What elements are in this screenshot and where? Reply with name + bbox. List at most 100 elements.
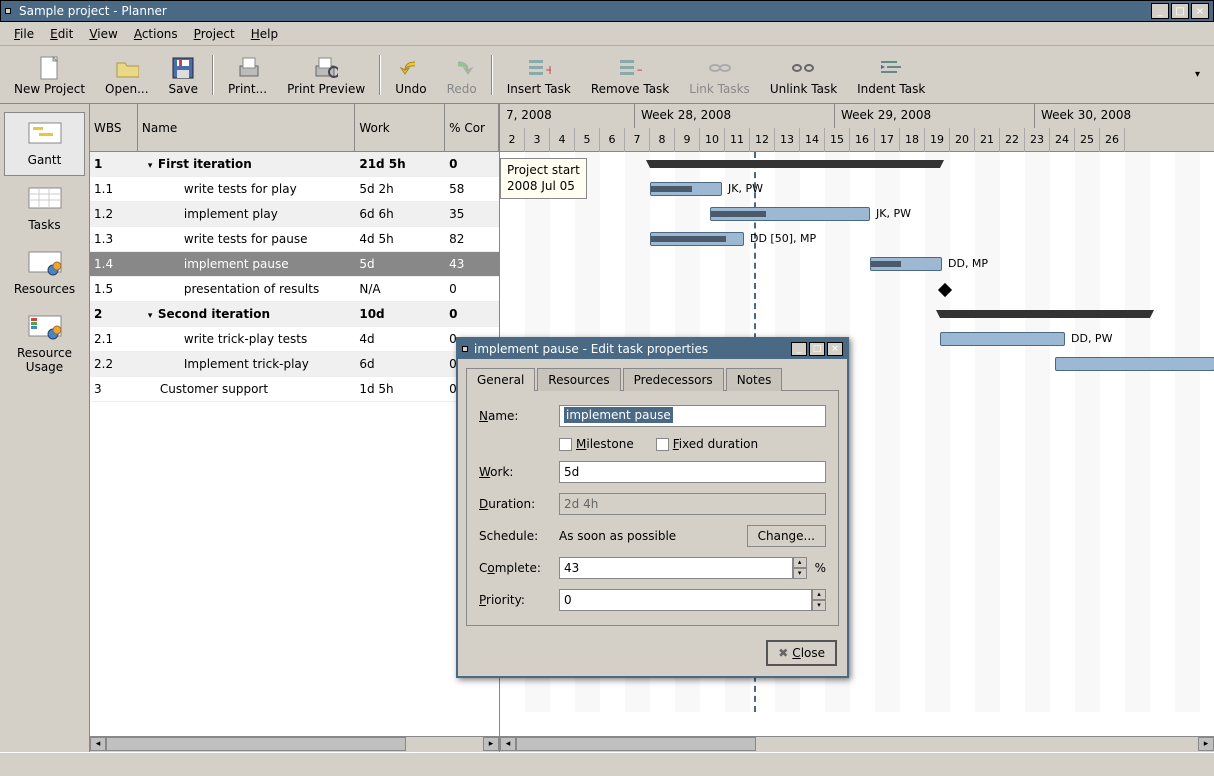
toolbar-insert-task[interactable]: +Insert Task xyxy=(497,52,581,98)
timeline-days: 2345678910111213141516171819202122232425… xyxy=(500,128,1214,152)
maximize-button[interactable]: □ xyxy=(1171,3,1189,19)
tab-predecessors[interactable]: Predecessors xyxy=(623,368,724,391)
toolbar-save[interactable]: Save xyxy=(159,52,208,98)
tab-resources[interactable]: Resources xyxy=(537,368,620,391)
change-schedule-button[interactable]: Change... xyxy=(747,525,826,547)
dialog-close-button[interactable]: × xyxy=(827,342,843,356)
close-label: Close xyxy=(792,646,825,660)
priority-spinner[interactable]: ▴▾ xyxy=(559,589,826,611)
sidebar-item-resources[interactable]: Resources xyxy=(4,242,85,304)
spin-up[interactable]: ▴ xyxy=(812,589,826,600)
toolbar-undo[interactable]: Undo xyxy=(385,52,436,98)
day-header: 15 xyxy=(825,128,850,152)
toolbar-new-label: New Project xyxy=(14,82,85,96)
toolbar-new-project[interactable]: New Project xyxy=(4,52,95,98)
task-row[interactable]: 1.1write tests for play5d 2h58 xyxy=(90,177,499,202)
toolbar-remove-label: Remove Task xyxy=(591,82,669,96)
col-name[interactable]: Name xyxy=(138,104,355,151)
task-row[interactable]: 1.5presentation of resultsN/A0 xyxy=(90,277,499,302)
menu-file[interactable]: File xyxy=(6,25,42,43)
dialog-minimize-button[interactable]: _ xyxy=(791,342,807,356)
cell-wbs: 1 xyxy=(90,157,138,171)
task-bar[interactable] xyxy=(870,257,942,271)
spin-down[interactable]: ▾ xyxy=(812,600,826,611)
menu-actions[interactable]: Actions xyxy=(126,25,186,43)
bar-label: DD [50], MP xyxy=(750,232,816,245)
resources-icon xyxy=(27,250,63,278)
sidebar-item-tasks[interactable]: Tasks xyxy=(4,178,85,240)
menu-edit[interactable]: Edit xyxy=(42,25,81,43)
close-window-button[interactable]: × xyxy=(1191,3,1209,19)
svg-text:−: − xyxy=(636,63,642,77)
task-row[interactable]: 2▾Second iteration10d0 xyxy=(90,302,499,327)
toolbar-open[interactable]: Open... xyxy=(95,52,159,98)
toolbar-indent-label: Indent Task xyxy=(857,82,925,96)
toolbar-print-preview[interactable]: Print Preview xyxy=(277,52,375,98)
remove-task-icon: − xyxy=(618,54,642,82)
bar-label: DD, PW xyxy=(1071,332,1112,345)
scroll-right-button[interactable]: ▸ xyxy=(1198,737,1214,751)
task-row[interactable]: 2.1write trick-play tests4d0 xyxy=(90,327,499,352)
day-header: 9 xyxy=(675,128,700,152)
task-row[interactable]: 1▾First iteration21d 5h0 xyxy=(90,152,499,177)
task-bar[interactable] xyxy=(650,232,744,246)
summary-bar[interactable] xyxy=(940,310,1150,318)
task-bar[interactable] xyxy=(650,182,722,196)
gantt-scrollbar[interactable]: ◂ ▸ xyxy=(500,736,1214,752)
menu-view[interactable]: View xyxy=(81,25,125,43)
toolbar-indent-task[interactable]: Indent Task xyxy=(847,52,935,98)
milestone-checkbox[interactable]: Milestone xyxy=(559,437,634,451)
scroll-thumb[interactable] xyxy=(106,737,406,751)
cell-complete: 0 xyxy=(445,282,499,296)
col-work[interactable]: Work xyxy=(355,104,445,151)
task-bar[interactable] xyxy=(940,332,1065,346)
sidebar-item-resource-usage[interactable]: Resource Usage xyxy=(4,306,85,382)
day-header: 26 xyxy=(1100,128,1125,152)
task-row[interactable]: 1.4implement pause5d43 xyxy=(90,252,499,277)
summary-bar[interactable] xyxy=(650,160,940,168)
minimize-button[interactable]: _ xyxy=(1151,3,1169,19)
menubar: File Edit View Actions Project Help xyxy=(0,22,1214,46)
toolbar-preview-label: Print Preview xyxy=(287,82,365,96)
scroll-thumb[interactable] xyxy=(516,737,756,751)
task-row[interactable]: 1.3write tests for pause4d 5h82 xyxy=(90,227,499,252)
close-button[interactable]: ✖Close xyxy=(766,640,837,666)
col-wbs[interactable]: WBS xyxy=(90,104,138,151)
col-complete[interactable]: % Cor xyxy=(445,104,499,151)
tab-notes[interactable]: Notes xyxy=(726,368,783,391)
day-header: 2 xyxy=(500,128,525,152)
work-input[interactable] xyxy=(559,461,826,483)
toolbar-unlink-task[interactable]: Unlink Task xyxy=(760,52,847,98)
menu-project[interactable]: Project xyxy=(186,25,243,43)
task-row[interactable]: 3Customer support1d 5h0 xyxy=(90,377,499,402)
tab-general[interactable]: General xyxy=(466,368,535,391)
task-bar[interactable] xyxy=(1055,357,1214,371)
scroll-right-button[interactable]: ▸ xyxy=(483,737,499,751)
fixed-duration-checkbox[interactable]: Fixed duration xyxy=(656,437,758,451)
cell-work: 4d xyxy=(355,332,445,346)
spin-down[interactable]: ▾ xyxy=(793,568,807,579)
dialog-maximize-button[interactable]: □ xyxy=(809,342,825,356)
complete-input[interactable] xyxy=(559,557,793,579)
task-scrollbar[interactable]: ◂ ▸ xyxy=(90,736,499,752)
complete-spinner[interactable]: ▴▾ xyxy=(559,557,807,579)
task-row[interactable]: 2.2Implement trick-play6d0 xyxy=(90,352,499,377)
task-row[interactable]: 1.2implement play6d 6h35 xyxy=(90,202,499,227)
menu-help[interactable]: Help xyxy=(243,25,286,43)
dialog-titlebar[interactable]: implement pause - Edit task properties _… xyxy=(458,339,847,359)
priority-input[interactable] xyxy=(559,589,812,611)
toolbar-print[interactable]: Print... xyxy=(218,52,277,98)
scroll-left-button[interactable]: ◂ xyxy=(90,737,106,751)
toolbar-overflow[interactable]: ▾ xyxy=(1185,69,1210,80)
cell-wbs: 1.2 xyxy=(90,207,138,221)
cell-complete: 0 xyxy=(445,157,499,171)
project-start-tooltip: Project start 2008 Jul 05 xyxy=(500,158,587,199)
tasks-icon xyxy=(27,186,63,214)
name-input[interactable]: implement pause xyxy=(559,405,826,427)
task-bar[interactable] xyxy=(710,207,870,221)
spin-up[interactable]: ▴ xyxy=(793,557,807,568)
toolbar-remove-task[interactable]: − Remove Task xyxy=(581,52,679,98)
bar-label: DD, MP xyxy=(948,257,988,270)
sidebar-item-gantt[interactable]: Gantt xyxy=(4,112,85,176)
scroll-left-button[interactable]: ◂ xyxy=(500,737,516,751)
